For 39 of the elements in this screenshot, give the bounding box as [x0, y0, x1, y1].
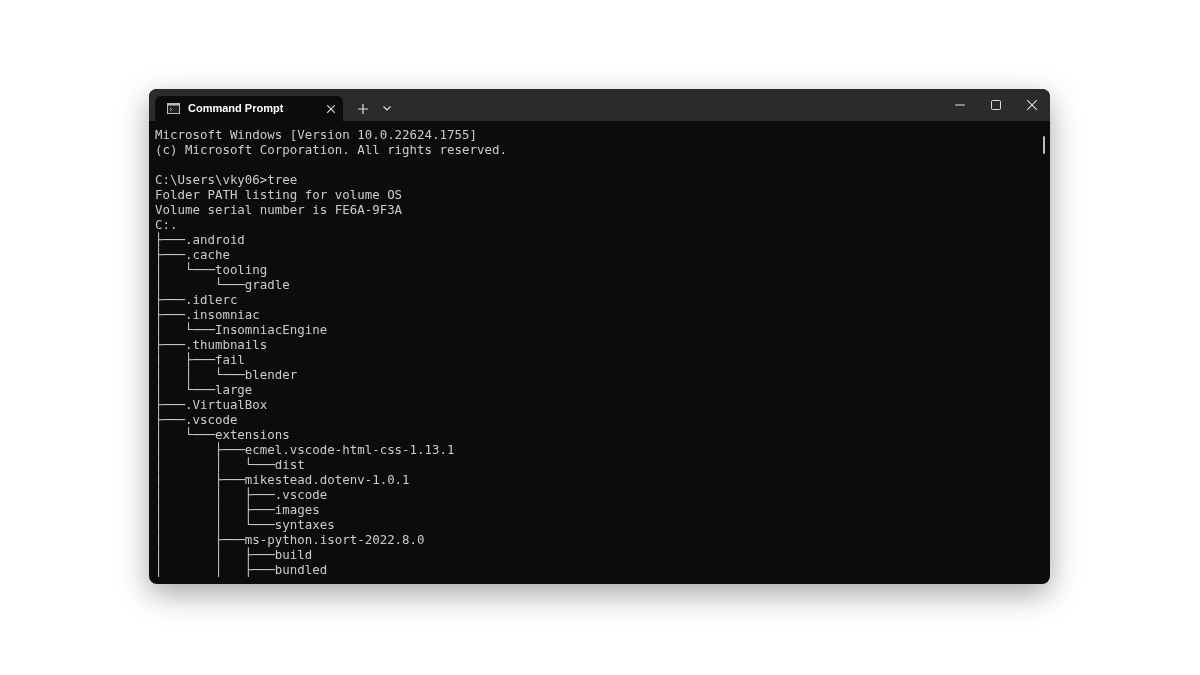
- console-line: │ │ └───syntaxes: [155, 517, 335, 532]
- console-line: │ └───large: [155, 382, 253, 397]
- console-line: ├───.android: [155, 232, 245, 247]
- minimize-icon: [955, 104, 965, 106]
- console-line: ├───.idlerc: [155, 292, 238, 307]
- console-line: │ ├───fail: [155, 352, 245, 367]
- plus-icon: [358, 103, 368, 114]
- console-line: │ │ ├───build: [155, 547, 313, 562]
- chevron-down-icon: [383, 106, 391, 111]
- console-line: │ └───tooling: [155, 262, 268, 277]
- console-line: │ │ └───dist: [155, 457, 305, 472]
- close-icon[interactable]: [327, 104, 335, 113]
- console-line: C:.: [155, 217, 178, 232]
- tab[interactable]: Command Prompt: [155, 96, 343, 121]
- console-line: │ │ ├───images: [155, 502, 320, 517]
- console-line: Folder PATH listing for volume OS: [155, 187, 403, 202]
- console-line: Volume serial number is FE6A-9F3A: [155, 202, 403, 217]
- maximize-icon: [991, 100, 1001, 110]
- console-line: │ └───gradle: [155, 277, 290, 292]
- console-line: │ ├───mikestead.dotenv-1.0.1: [155, 472, 410, 487]
- console-line: │ │ └───blender: [155, 367, 298, 382]
- console-line: │ ├───ecmel.vscode-html-css-1.13.1: [155, 442, 455, 457]
- console-line: (c) Microsoft Corporation. All rights reserved.: [155, 142, 507, 157]
- console-line: ├───.thumbnails: [155, 337, 268, 352]
- terminal-icon: [167, 103, 180, 114]
- console-line: │ │ ├───.vscode: [155, 487, 328, 502]
- console-line: ├───.vscode: [155, 412, 238, 427]
- console-line: │ └───InsomniacEngine: [155, 322, 328, 337]
- close-icon: [1027, 100, 1037, 110]
- console-line: │ │ ├───bundled: [155, 562, 328, 577]
- console-line: ├───.insomniac: [155, 307, 260, 322]
- console-line: ├───.cache: [155, 247, 230, 262]
- console-line: │ └───extensions: [155, 427, 290, 442]
- tab-title: Command Prompt: [188, 101, 285, 117]
- console-line: │ ├───ms-python.isort-2022.8.0: [155, 532, 425, 547]
- scrollbar-thumb[interactable]: [1043, 136, 1045, 154]
- console-line: ├───.VirtualBox: [155, 397, 268, 412]
- console-line: C:\Users\vky06>tree: [155, 172, 298, 187]
- console-line: Microsoft Windows [Version 10.0.22624.1755]: [155, 127, 477, 142]
